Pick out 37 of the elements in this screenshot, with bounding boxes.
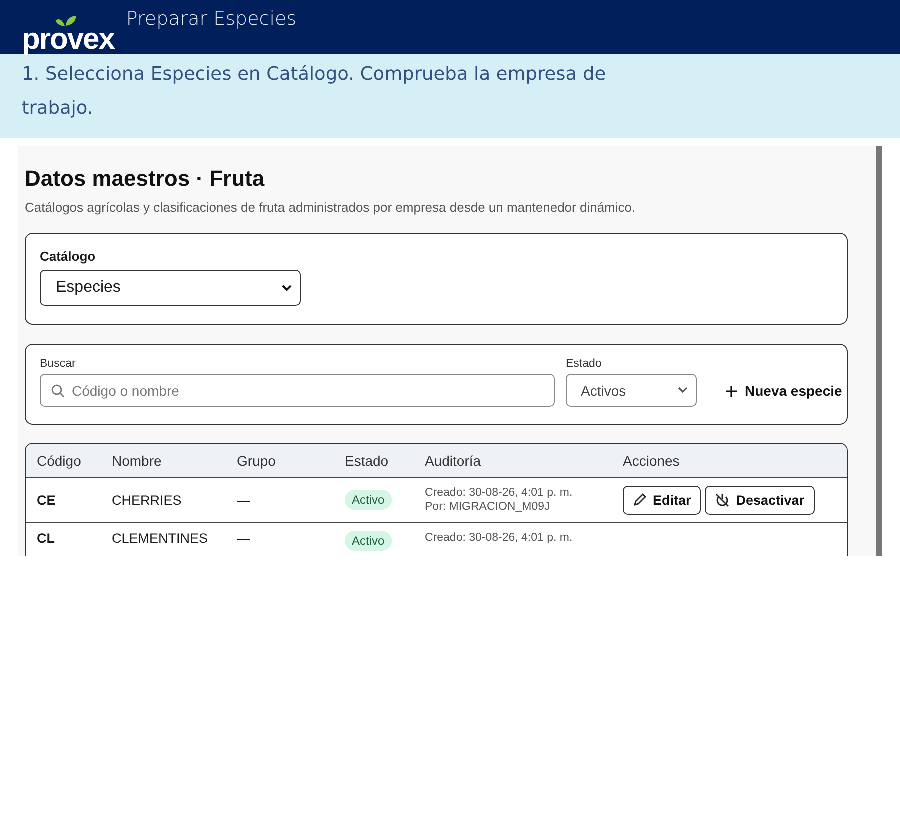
- leaf-icon: [53, 15, 79, 28]
- power-off-icon: [715, 492, 730, 508]
- column-header: Nombre: [112, 452, 163, 468]
- screen-title: Datos maestros · Fruta: [25, 166, 266, 192]
- audit-text: Por: MIGRACION_M09J: [425, 500, 552, 514]
- chevron-icon: [282, 284, 292, 292]
- column-header: Estado: [345, 452, 390, 468]
- status-badge: Activo: [345, 531, 392, 551]
- table-cell-text: CLEMENTINES: [112, 531, 210, 546]
- state-select[interactable]: Activos: [566, 374, 697, 407]
- page-title: Preparar Especies: [126, 7, 297, 30]
- status-badge: Activo: [345, 490, 392, 510]
- audit-text: Creado: 30-08-26, 4:01 p. m.: [425, 531, 574, 545]
- pencil-icon: [633, 493, 647, 507]
- catalog-label: Catálogo: [40, 249, 97, 264]
- chevron-icon: [678, 387, 688, 394]
- deactivate-button[interactable]: Desactivar: [705, 486, 815, 514]
- search-label: Buscar: [40, 358, 77, 370]
- plus-icon: [726, 386, 737, 396]
- audit-text: Creado: 30-08-26, 4:01 p. m.: [425, 486, 574, 500]
- instruction-text: 1. Selecciona Especies en Catálogo. Comprueba la empresa de trabajo.: [22, 63, 608, 121]
- table-cell-text: —: [237, 492, 252, 508]
- column-header: Código: [37, 452, 82, 468]
- column-header: Grupo: [237, 452, 277, 468]
- table-cell-text: CE: [37, 492, 57, 508]
- catalog-select[interactable]: Especies: [40, 270, 301, 306]
- state-label: Estado: [566, 358, 603, 370]
- table-cell-text: —: [237, 531, 252, 546]
- table-cell-text: CHERRIES: [112, 492, 183, 508]
- search-icon: [51, 384, 65, 398]
- table-cell-text: CL: [37, 531, 56, 546]
- column-header: Auditoría: [425, 452, 482, 468]
- edit-button[interactable]: Editar: [623, 486, 702, 514]
- search-field[interactable]: Código o nombre: [40, 374, 555, 407]
- screen-subtitle: Catálogos agrícolas y clasificaciones de fruta administrados por empresa desde un mantenedor dinámico.: [25, 200, 637, 215]
- column-header: Acciones: [623, 452, 681, 468]
- new-species-button[interactable]: Nueva especie: [720, 379, 848, 403]
